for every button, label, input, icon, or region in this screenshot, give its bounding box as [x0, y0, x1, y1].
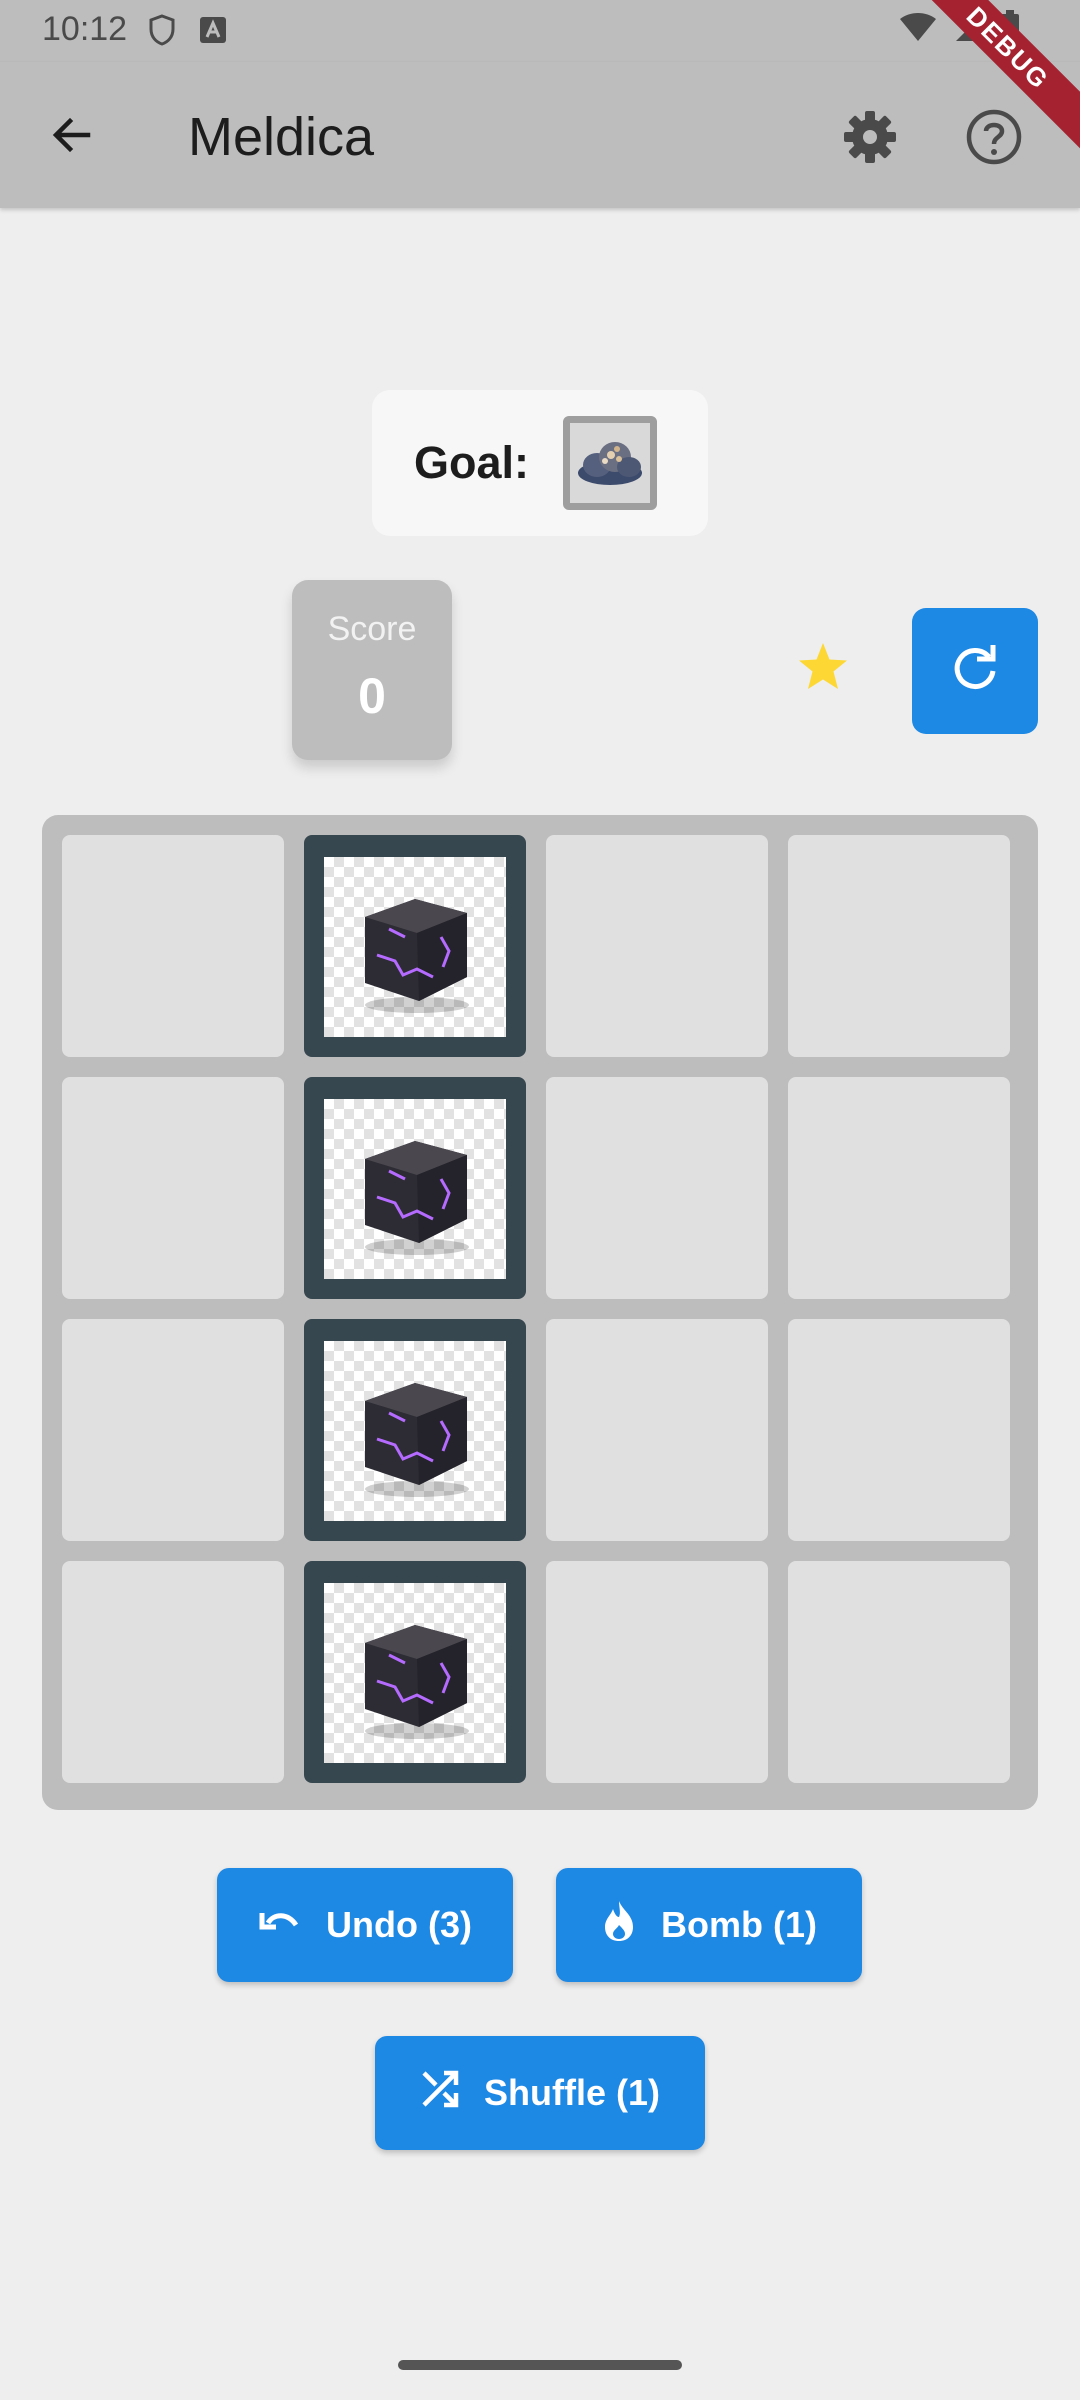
help-circle-icon: [962, 109, 1026, 173]
board-cell-tile[interactable]: [304, 835, 526, 1057]
star-icon: [796, 640, 850, 694]
goal-tile: [563, 416, 658, 510]
undo-label: Undo (3): [326, 1904, 472, 1945]
board-cell-empty[interactable]: [788, 1561, 1010, 1783]
board-cell-empty[interactable]: [546, 1561, 768, 1783]
board-cell-empty[interactable]: [546, 1077, 768, 1299]
settings-button[interactable]: [838, 105, 902, 169]
board-cell-empty[interactable]: [62, 1077, 284, 1299]
shield-icon: [148, 14, 176, 51]
status-time: 10:12: [42, 10, 128, 48]
bomb-button[interactable]: Bomb (1): [556, 1868, 862, 1982]
board-cell-tile[interactable]: [304, 1077, 526, 1299]
help-button[interactable]: [962, 105, 1026, 169]
board-cell-tile[interactable]: [304, 1319, 526, 1541]
fire-icon: [601, 1899, 637, 1952]
goal-label: Goal:: [414, 437, 530, 488]
keyboard-a-icon: [198, 15, 228, 50]
score-value: 0: [358, 668, 386, 724]
undo-icon: [258, 1901, 302, 1950]
restart-button[interactable]: [912, 608, 1038, 734]
cracked-cube-icon: [324, 1583, 506, 1763]
app-bar: Meldica: [0, 62, 1080, 208]
board-cell-empty[interactable]: [788, 835, 1010, 1057]
wifi-icon: [898, 11, 938, 48]
board-cell-empty[interactable]: [62, 835, 284, 1057]
shuffle-label: Shuffle (1): [484, 2072, 660, 2113]
rock-cloud-icon: [575, 433, 645, 494]
board-cell-empty[interactable]: [62, 1319, 284, 1541]
goal-card: Goal:: [372, 390, 708, 536]
refresh-icon: [947, 641, 1003, 702]
score-box: Score 0: [292, 580, 452, 760]
board-cell-empty[interactable]: [788, 1319, 1010, 1541]
game-board: [42, 815, 1038, 1810]
board-cell-tile[interactable]: [304, 1561, 526, 1783]
cracked-cube-icon: [324, 857, 506, 1037]
board-cell-empty[interactable]: [546, 835, 768, 1057]
board-cell-empty[interactable]: [788, 1077, 1010, 1299]
back-button[interactable]: [40, 105, 104, 169]
home-indicator[interactable]: [398, 2360, 682, 2370]
bomb-label: Bomb (1): [661, 1904, 817, 1945]
board-cell-empty[interactable]: [62, 1561, 284, 1783]
app-title: Meldica: [188, 107, 375, 167]
score-label: Score: [327, 610, 417, 648]
arrow-back-icon: [48, 111, 96, 164]
shuffle-icon: [420, 2069, 460, 2118]
cracked-cube-icon: [324, 1341, 506, 1521]
cracked-cube-icon: [324, 1099, 506, 1279]
gear-icon: [838, 111, 902, 173]
undo-button[interactable]: Undo (3): [217, 1868, 513, 1982]
shuffle-button[interactable]: Shuffle (1): [375, 2036, 705, 2150]
status-bar: 10:12: [0, 0, 1080, 62]
board-cell-empty[interactable]: [546, 1319, 768, 1541]
